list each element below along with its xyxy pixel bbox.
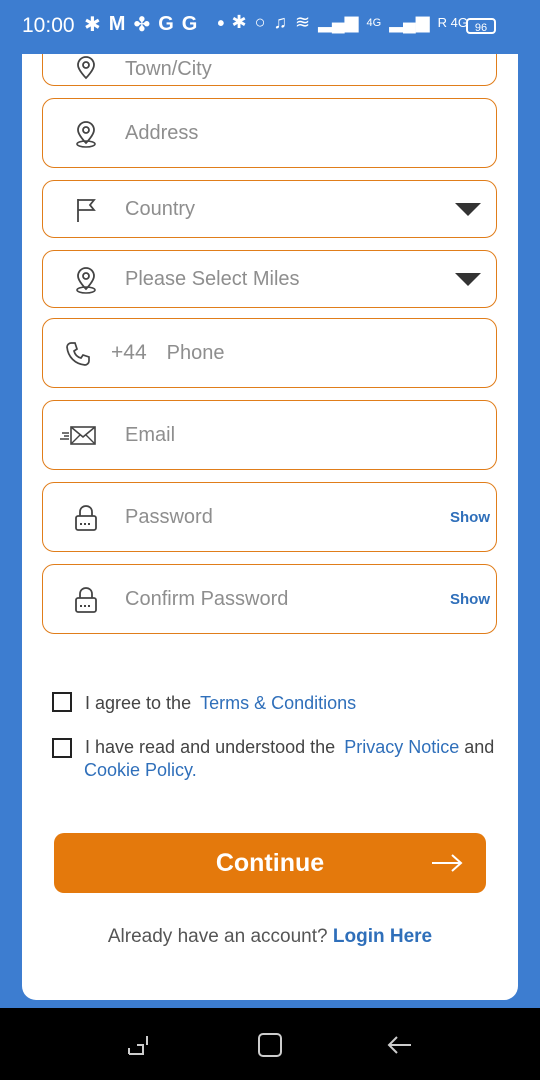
chevron-down-icon bbox=[455, 203, 481, 216]
location-pin-icon bbox=[77, 56, 95, 80]
country-code[interactable]: +44 bbox=[111, 341, 147, 365]
arrow-right-icon bbox=[432, 854, 463, 872]
google-icon: G bbox=[181, 13, 198, 35]
terms-checkbox[interactable] bbox=[52, 692, 72, 712]
lock-icon bbox=[75, 505, 97, 531]
system-icons: ✱ ○ ♫ ≋ ▂▄▆ 4G ▂▄▆ R 4G bbox=[232, 12, 501, 33]
gmail-icon: M bbox=[108, 13, 126, 35]
dot-icon: • bbox=[217, 13, 225, 35]
email-placeholder: Email bbox=[125, 423, 176, 446]
back-icon[interactable] bbox=[385, 1030, 415, 1060]
location-pin-icon bbox=[76, 121, 96, 148]
navigation-bar bbox=[0, 1008, 540, 1080]
terms-link[interactable]: Terms & Conditions bbox=[200, 693, 356, 713]
privacy-text: I have read and understood the Privacy N… bbox=[85, 737, 495, 757]
phone-field[interactable]: +44 Phone bbox=[42, 318, 497, 388]
phone-input-row: +44 Phone bbox=[111, 319, 224, 387]
pinwheel-icon: ✤ bbox=[133, 14, 151, 36]
status-bar: 10:00 ✱ M ✤ G G • ✱ ○ ♫ ≋ ▂▄▆ 4G ▂▄▆ R 4… bbox=[0, 0, 540, 54]
recent-apps-icon[interactable] bbox=[125, 1030, 155, 1060]
address-field[interactable]: Address bbox=[42, 98, 497, 168]
registration-card: Town/City Address Country Please Select … bbox=[22, 54, 518, 1000]
flag-icon bbox=[77, 199, 96, 222]
email-field[interactable]: Email bbox=[42, 400, 497, 470]
terms-text: I agree to the Terms & Conditions bbox=[85, 693, 357, 713]
battery-icon: 96 bbox=[466, 18, 496, 34]
google-icon: G bbox=[158, 13, 174, 35]
town-city-field[interactable]: Town/City bbox=[42, 54, 497, 86]
cookie-policy-link[interactable]: Cookie Policy. bbox=[84, 759, 197, 781]
town-city-placeholder: Town/City bbox=[125, 57, 212, 80]
continue-button[interactable]: Continue bbox=[54, 833, 486, 893]
signal-icon: ▂▄▆ bbox=[318, 12, 359, 32]
clock: 10:00 bbox=[22, 14, 75, 37]
confirm-password-field[interactable]: Confirm Password Show bbox=[42, 564, 497, 634]
phone-placeholder: Phone bbox=[166, 341, 225, 364]
home-icon[interactable] bbox=[255, 1030, 285, 1060]
login-link[interactable]: Login Here bbox=[333, 926, 432, 947]
mute-icon: ♫ bbox=[273, 12, 287, 32]
country-placeholder: Country bbox=[125, 197, 196, 220]
signal-icon: ▂▄▆ bbox=[389, 12, 430, 32]
notification-icons: ✱ M ✤ G G • bbox=[84, 12, 224, 37]
chevron-down-icon bbox=[455, 273, 481, 286]
bluetooth-icon: ✱ bbox=[231, 12, 247, 32]
email-icon bbox=[60, 426, 96, 445]
show-password-button[interactable]: Show bbox=[450, 483, 490, 551]
confirm-password-placeholder: Confirm Password bbox=[125, 587, 289, 610]
privacy-checkbox[interactable] bbox=[52, 738, 72, 758]
location-pin-icon bbox=[76, 267, 96, 294]
network-label: 4G bbox=[366, 16, 382, 29]
login-prompt: Already have an account? Login Here bbox=[107, 926, 433, 947]
wifi-icon: ≋ bbox=[294, 12, 311, 32]
privacy-notice-link[interactable]: Privacy Notice bbox=[344, 737, 459, 757]
address-placeholder: Address bbox=[125, 121, 199, 144]
gear-icon: ✱ bbox=[84, 14, 101, 36]
lock-icon bbox=[75, 587, 97, 613]
password-placeholder: Password bbox=[125, 505, 213, 528]
miles-select[interactable]: Please Select Miles bbox=[42, 250, 497, 308]
network-label: R 4G bbox=[437, 15, 468, 30]
country-select[interactable]: Country bbox=[42, 180, 497, 238]
location-icon: ○ bbox=[254, 12, 266, 32]
miles-placeholder: Please Select Miles bbox=[125, 267, 300, 290]
show-confirm-password-button[interactable]: Show bbox=[450, 565, 490, 633]
password-field[interactable]: Password Show bbox=[42, 482, 497, 552]
phone-icon bbox=[66, 342, 90, 366]
